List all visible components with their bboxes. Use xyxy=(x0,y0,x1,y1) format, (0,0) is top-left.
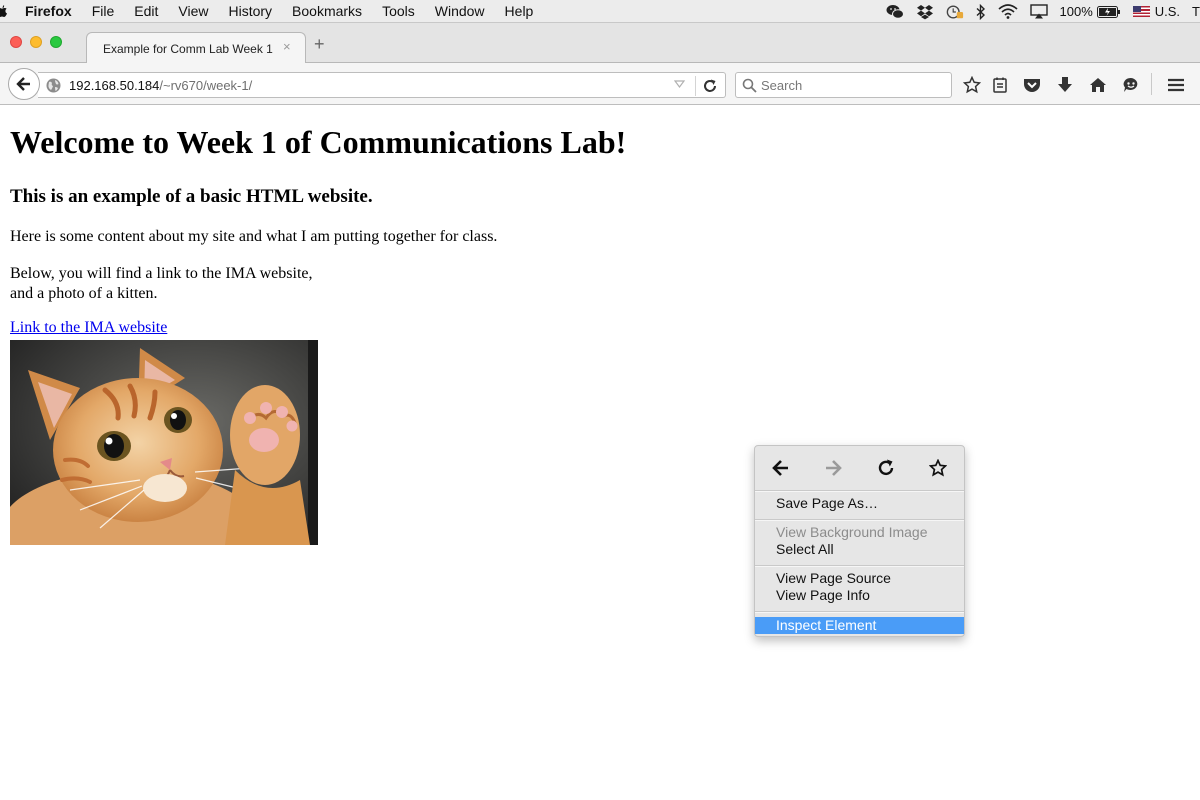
url-path: /~rv670/week-1/ xyxy=(159,78,253,93)
tab-close-icon[interactable]: × xyxy=(283,39,291,54)
page-heading: Welcome to Week 1 of Communications Lab! xyxy=(10,124,627,160)
macos-menu-bar: Firefox File Edit View History Bookmarks… xyxy=(0,0,1200,23)
bluetooth-icon[interactable] xyxy=(976,0,986,23)
paragraph-line-1: Below, you will find a link to the IMA w… xyxy=(10,265,313,282)
url-separator xyxy=(695,76,696,96)
bookmark-star-icon[interactable] xyxy=(962,75,982,95)
context-back-icon[interactable] xyxy=(770,457,792,479)
search-input[interactable] xyxy=(761,76,941,94)
hamburger-menu-icon[interactable] xyxy=(1166,75,1186,95)
tab-strip: Example for Comm Lab Week 1 × + xyxy=(0,23,1200,64)
page-content: Welcome to Week 1 of Communications Lab!… xyxy=(0,106,1200,800)
close-window-button[interactable] xyxy=(10,36,22,48)
context-nav-row xyxy=(755,446,964,490)
menu-bookmarks[interactable]: Bookmarks xyxy=(282,0,372,23)
menu-window[interactable]: Window xyxy=(425,0,495,23)
inspect-element-item[interactable]: Inspect Element xyxy=(755,617,964,634)
zoom-window-button[interactable] xyxy=(50,36,62,48)
paragraph-line-2: and a photo of a kitten. xyxy=(10,285,158,302)
apple-logo-icon[interactable] xyxy=(0,0,7,23)
menu-history[interactable]: History xyxy=(218,0,282,23)
context-separator xyxy=(755,490,964,492)
menu-view[interactable]: View xyxy=(168,0,218,23)
search-icon xyxy=(742,78,757,93)
minimize-window-button[interactable] xyxy=(30,36,42,48)
navigation-toolbar: 192.168.50.184/~rv670/week-1/ xyxy=(0,63,1200,105)
back-arrow-icon xyxy=(16,77,30,91)
context-separator xyxy=(755,611,964,613)
clock-fragment[interactable]: T xyxy=(1192,0,1200,23)
page-subheading: This is an example of a basic HTML websi… xyxy=(10,186,373,207)
url-bar[interactable]: 192.168.50.184/~rv670/week-1/ xyxy=(38,72,726,98)
url-host: 192.168.50.184 xyxy=(69,78,160,93)
menu-edit[interactable]: Edit xyxy=(124,0,168,23)
downloads-icon[interactable] xyxy=(1055,75,1075,95)
reload-icon[interactable] xyxy=(700,76,720,96)
pocket-icon[interactable] xyxy=(1022,75,1042,95)
battery-icon[interactable] xyxy=(1096,0,1121,23)
search-bar[interactable] xyxy=(735,72,952,98)
dropbox-icon[interactable] xyxy=(916,0,934,23)
view-page-source-item[interactable]: View Page Source xyxy=(776,570,891,587)
save-page-as-item[interactable]: Save Page As… xyxy=(776,495,878,512)
url-history-dropdown-icon[interactable] xyxy=(673,79,686,92)
url-text: 192.168.50.184/~rv670/week-1/ xyxy=(69,78,252,93)
ima-website-link[interactable]: Link to the IMA website xyxy=(10,319,167,337)
back-button[interactable] xyxy=(8,68,40,100)
context-separator xyxy=(755,519,964,521)
status-tray: 100% U.S. T xyxy=(874,0,1200,23)
context-separator xyxy=(755,565,964,567)
view-background-image-item: View Background Image xyxy=(776,524,928,540)
new-tab-button[interactable]: + xyxy=(314,35,325,53)
view-page-info-item[interactable]: View Page Info xyxy=(776,587,870,604)
airplay-icon[interactable] xyxy=(1029,0,1048,23)
toolbar-separator xyxy=(1151,73,1152,95)
menu-firefox[interactable]: Firefox xyxy=(7,0,82,23)
intro-paragraph: Here is some content about my site and w… xyxy=(10,228,498,245)
home-icon[interactable] xyxy=(1088,75,1108,95)
menu-file[interactable]: File xyxy=(82,0,125,23)
context-forward-icon xyxy=(822,457,844,479)
context-menu: Save Page As… View Background Image Sele… xyxy=(754,445,965,637)
wechat-icon[interactable] xyxy=(886,0,904,23)
active-tab[interactable]: Example for Comm Lab Week 1 × xyxy=(86,32,306,64)
kitten-photo[interactable] xyxy=(10,340,318,545)
link-intro-paragraph: Below, you will find a link to the IMA w… xyxy=(10,264,312,304)
time-machine-icon[interactable] xyxy=(946,0,964,23)
menu-help[interactable]: Help xyxy=(495,0,544,23)
menu-tools[interactable]: Tools xyxy=(372,0,425,23)
globe-icon[interactable] xyxy=(46,78,61,93)
battery-percent: 100% xyxy=(1059,4,1093,19)
hello-chat-icon[interactable] xyxy=(1121,75,1141,95)
wifi-icon[interactable] xyxy=(997,0,1018,23)
tab-title: Example for Comm Lab Week 1 xyxy=(103,42,273,56)
input-source-flag-icon[interactable]: U.S. xyxy=(1132,0,1181,23)
context-reload-icon[interactable] xyxy=(875,457,897,479)
context-bookmark-star-icon[interactable] xyxy=(927,457,949,479)
bookmarks-menu-icon[interactable] xyxy=(990,75,1010,95)
select-all-item[interactable]: Select All xyxy=(776,541,834,558)
input-source-label: U.S. xyxy=(1154,4,1181,19)
